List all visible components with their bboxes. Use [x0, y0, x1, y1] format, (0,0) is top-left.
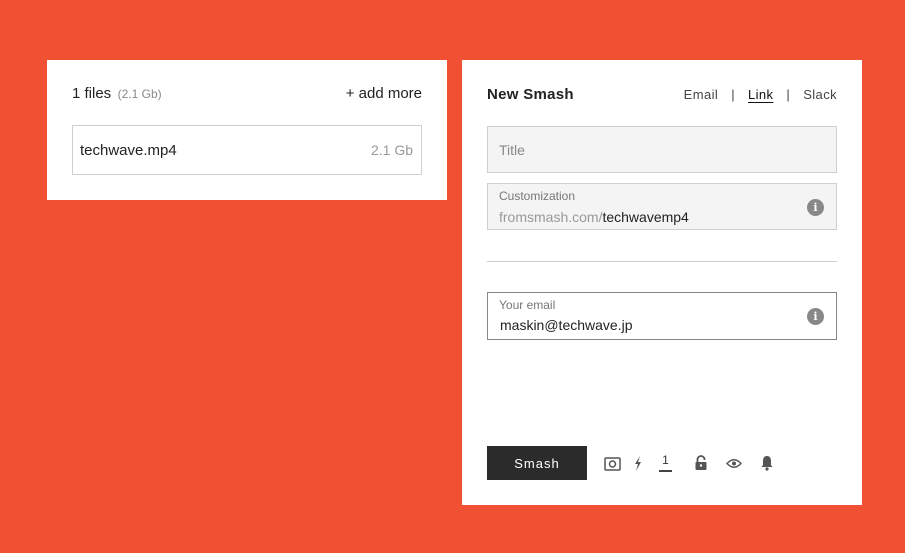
smash-button[interactable]: Smash [487, 446, 587, 480]
panel-title: New Smash [487, 86, 574, 103]
new-smash-panel: New Smash Email | Link | Slack Customiza… [462, 60, 862, 505]
url-slug-input[interactable]: techwavemp4 [602, 209, 688, 225]
email-field: Your email i [487, 292, 837, 340]
files-panel: 1 files (2.1 Gb) + add more techwave.mp4… [47, 60, 447, 200]
camera-icon[interactable] [604, 456, 621, 471]
add-more-link[interactable]: + add more [346, 85, 422, 102]
divider [487, 261, 837, 262]
smash-footer: Smash 1 [487, 446, 774, 480]
smash-header: New Smash Email | Link | Slack [487, 86, 837, 103]
file-name: techwave.mp4 [80, 141, 177, 159]
share-method-tabs: Email | Link | Slack [684, 87, 837, 102]
bell-icon[interactable] [760, 455, 774, 471]
tab-separator: | [786, 87, 791, 102]
files-count: 1 files [72, 85, 112, 102]
tab-separator: | [731, 87, 735, 102]
url-prefix: fromsmash.com/ [499, 209, 603, 225]
tab-link[interactable]: Link [748, 87, 773, 102]
eye-icon[interactable] [726, 458, 742, 469]
email-input[interactable] [500, 317, 790, 333]
title-field [487, 126, 837, 173]
email-label: Your email [499, 298, 556, 312]
files-header: 1 files (2.1 Gb) + add more [72, 85, 422, 103]
info-icon[interactable]: i [807, 199, 824, 216]
customization-url[interactable]: fromsmash.com/techwavemp4 [499, 209, 689, 225]
info-icon[interactable]: i [807, 308, 824, 325]
customization-label: Customization [499, 189, 576, 203]
file-row[interactable]: techwave.mp4 2.1 Gb [72, 125, 422, 175]
download-limit-control[interactable]: 1 [659, 454, 672, 472]
title-input[interactable] [488, 127, 836, 172]
lock-icon[interactable] [694, 455, 708, 471]
files-summary: 1 files (2.1 Gb) [72, 85, 162, 103]
files-total-size: (2.1 Gb) [117, 87, 162, 101]
file-size: 2.1 Gb [370, 142, 413, 158]
download-count: 1 [659, 454, 672, 472]
tab-email[interactable]: Email [684, 87, 719, 102]
customization-field[interactable]: Customization fromsmash.com/techwavemp4 … [487, 183, 837, 230]
tab-slack[interactable]: Slack [803, 87, 837, 102]
lightning-icon[interactable] [633, 455, 643, 472]
